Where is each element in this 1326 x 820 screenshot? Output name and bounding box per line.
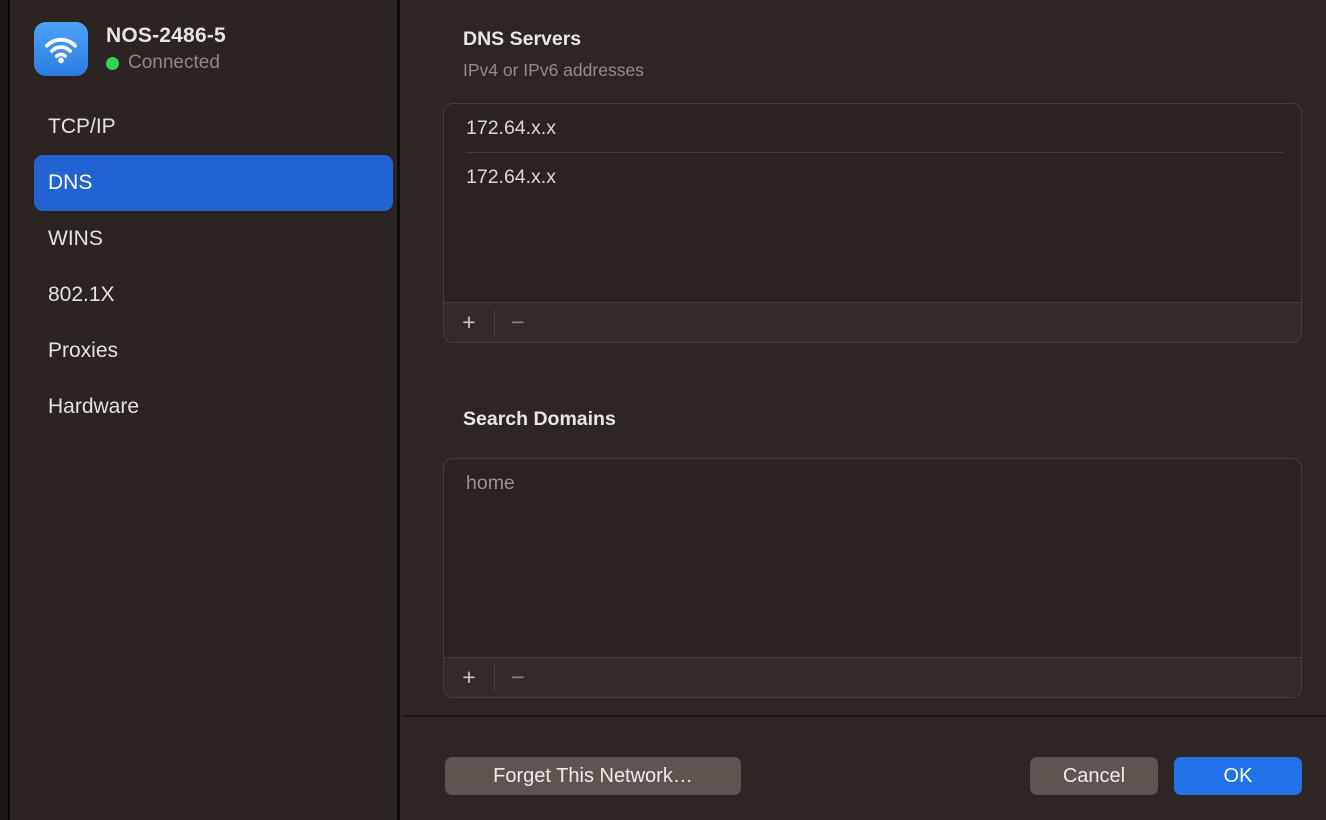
sidebar-nav: TCP/IP DNS WINS 802.1X Proxies Hardware — [34, 99, 393, 435]
connection-header: NOS-2486-5 Connected — [34, 22, 226, 76]
remove-icon[interactable]: − — [495, 303, 541, 342]
search-domains-list: home + − — [443, 458, 1302, 698]
dns-servers-subtitle: IPv4 or IPv6 addresses — [463, 60, 644, 81]
add-icon[interactable]: + — [444, 658, 494, 697]
dns-server-row[interactable]: 172.64.x.x — [444, 153, 1301, 202]
dns-servers-list: 172.64.x.x 172.64.x.x + − — [443, 103, 1302, 343]
dns-servers-toolbar: + − — [444, 302, 1301, 342]
sidebar: NOS-2486-5 Connected TCP/IP DNS WINS 802… — [12, 0, 400, 820]
add-icon[interactable]: + — [444, 303, 494, 342]
dns-servers-title: DNS Servers — [463, 28, 581, 51]
forget-network-button[interactable]: Forget This Network… — [445, 757, 741, 795]
connection-status-label: Connected — [128, 52, 220, 74]
search-domains-toolbar: + − — [444, 657, 1301, 697]
sidebar-item-tcpip[interactable]: TCP/IP — [34, 99, 393, 155]
sidebar-item-proxies[interactable]: Proxies — [34, 323, 393, 379]
cancel-button[interactable]: Cancel — [1030, 757, 1158, 795]
sidebar-item-dns[interactable]: DNS — [34, 155, 393, 211]
connection-status: Connected — [106, 52, 226, 74]
wifi-icon — [34, 22, 88, 76]
dns-server-row[interactable]: 172.64.x.x — [444, 104, 1301, 153]
sidebar-item-8021x[interactable]: 802.1X — [34, 267, 393, 323]
search-domains-title: Search Domains — [463, 408, 616, 431]
search-domain-row[interactable]: home — [444, 459, 1301, 508]
sidebar-item-wins[interactable]: WINS — [34, 211, 393, 267]
sidebar-item-hardware[interactable]: Hardware — [34, 379, 393, 435]
connected-status-dot — [106, 57, 119, 70]
dns-pane: DNS Servers IPv4 or IPv6 addresses 172.6… — [403, 0, 1326, 820]
window-edge — [0, 0, 10, 820]
network-name: NOS-2486-5 — [106, 24, 226, 48]
footer-divider — [403, 715, 1326, 717]
ok-button[interactable]: OK — [1174, 757, 1302, 795]
remove-icon[interactable]: − — [495, 658, 541, 697]
